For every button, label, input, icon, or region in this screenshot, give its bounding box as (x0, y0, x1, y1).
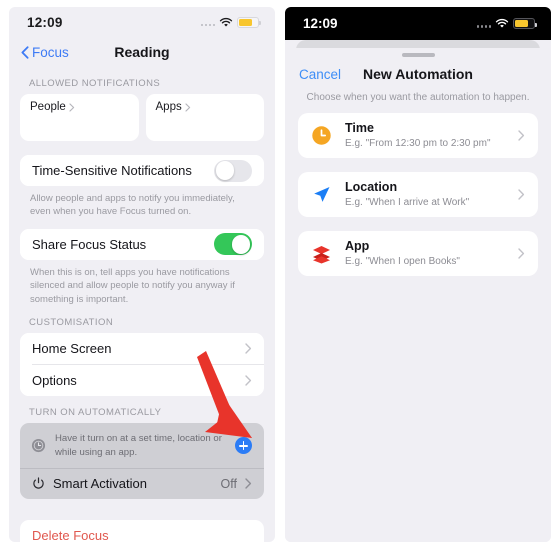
right-phone-screen: 12:09 Cancel New Automation Choose when … (285, 7, 551, 542)
new-automation-sheet: Cancel New Automation Choose when you wa… (285, 48, 551, 542)
screenshot-stage: 12:09 Focus Reading ALLOWED NOTIFICATION… (0, 0, 560, 560)
power-icon (33, 477, 44, 490)
signal-dots-icon (476, 20, 491, 28)
home-screen-label: Home Screen (32, 341, 112, 357)
options-label: Options (32, 373, 77, 389)
turn-on-automatically-group: Have it turn on at a set time, location … (20, 423, 264, 499)
status-bar: 12:09 (285, 7, 551, 40)
status-bar-time: 12:09 (303, 16, 338, 31)
back-button-label: Focus (32, 44, 69, 60)
automation-option-app[interactable]: App E.g. "When I open Books" (298, 231, 538, 276)
add-automation-button[interactable] (235, 437, 252, 455)
option-subtitle: E.g. "When I arrive at Work" (345, 197, 470, 209)
option-title: Location (345, 179, 398, 194)
back-to-focus-button[interactable]: Focus (21, 45, 69, 60)
clock-icon (312, 126, 331, 145)
automation-option-time[interactable]: Time E.g. "From 12:30 pm to 2:30 pm" (298, 113, 538, 158)
wifi-icon (219, 17, 233, 27)
turn-on-automatically-header: TURN ON AUTOMATICALLY (29, 407, 162, 419)
signal-dots-icon (200, 18, 215, 26)
time-sensitive-label: Time-Sensitive Notifications (32, 163, 192, 178)
chevron-right-icon (245, 478, 252, 490)
time-sensitive-card: Time-Sensitive Notifications (20, 155, 264, 186)
automation-hint-text: Have it turn on at a set time, location … (55, 433, 222, 458)
time-sensitive-row[interactable]: Time-Sensitive Notifications (20, 155, 264, 186)
customisation-header: CUSTOMISATION (29, 317, 114, 329)
people-card[interactable]: People (20, 94, 139, 141)
status-bar-indicators (476, 18, 537, 29)
automation-options-list: Time E.g. "From 12:30 pm to 2:30 pm" Loc… (285, 113, 551, 276)
status-bar: 12:09 (9, 7, 275, 37)
option-title: App (345, 238, 370, 253)
share-focus-card: Share Focus Status (20, 228, 264, 260)
battery-icon (237, 16, 261, 28)
option-title: Time (345, 120, 374, 135)
allowed-notifications-cards: People Apps (20, 94, 264, 141)
options-row[interactable]: Options (20, 365, 264, 397)
chevron-right-icon (518, 189, 525, 200)
time-sensitive-footnote: Allow people and apps to notify you imme… (30, 193, 235, 218)
sheet-subtitle: Choose when you want the automation to h… (306, 92, 530, 103)
apps-card[interactable]: Apps (145, 94, 264, 141)
smart-activation-value: Off (220, 476, 237, 491)
delete-focus-button[interactable]: Delete Focus (20, 519, 264, 542)
share-focus-label: Share Focus Status (32, 236, 147, 252)
clock-badge-icon (31, 439, 46, 453)
battery-icon (513, 18, 537, 29)
automation-hint-row: Have it turn on at a set time, location … (20, 423, 264, 467)
app-stack-icon (313, 246, 330, 264)
chevron-right-icon (69, 102, 75, 112)
chevron-right-icon (185, 102, 190, 112)
option-subtitle: E.g. "When I open Books" (345, 256, 460, 268)
delete-focus-label: Delete Focus (32, 528, 109, 542)
time-sensitive-toggle[interactable] (214, 159, 252, 182)
chevron-left-icon (21, 45, 29, 59)
settings-scroll-area: ALLOWED NOTIFICATIONS People Apps Time-S… (9, 67, 275, 542)
customisation-card: Home Screen Options (20, 333, 264, 397)
chevron-right-icon (518, 248, 525, 259)
status-bar-indicators (200, 16, 261, 28)
share-focus-footnote: When this is on, tell apps you have noti… (30, 266, 235, 305)
status-bar-time: 12:09 (27, 14, 63, 30)
location-arrow-icon (314, 187, 330, 202)
apps-card-label: Apps (155, 101, 182, 113)
sheet-navigation-bar: Cancel New Automation (285, 57, 551, 91)
people-card-label: People (30, 101, 66, 113)
wifi-icon (495, 18, 509, 28)
chevron-right-icon (518, 130, 525, 141)
left-phone-screen: 12:09 Focus Reading ALLOWED NOTIFICATION… (9, 7, 275, 542)
home-screen-row[interactable]: Home Screen (20, 333, 264, 365)
automation-option-location[interactable]: Location E.g. "When I arrive at Work" (298, 172, 538, 217)
chevron-right-icon (245, 375, 252, 387)
smart-activation-label: Smart Activation (53, 476, 147, 492)
navigation-bar: Focus Reading (9, 37, 275, 67)
option-subtitle: E.g. "From 12:30 pm to 2:30 pm" (345, 138, 491, 150)
share-focus-row[interactable]: Share Focus Status (20, 228, 264, 260)
share-focus-toggle[interactable] (214, 233, 252, 256)
smart-activation-row[interactable]: Smart Activation Off (20, 469, 264, 499)
cancel-button[interactable]: Cancel (299, 67, 341, 82)
allowed-notifications-header: ALLOWED NOTIFICATIONS (29, 78, 161, 89)
chevron-right-icon (245, 343, 252, 355)
